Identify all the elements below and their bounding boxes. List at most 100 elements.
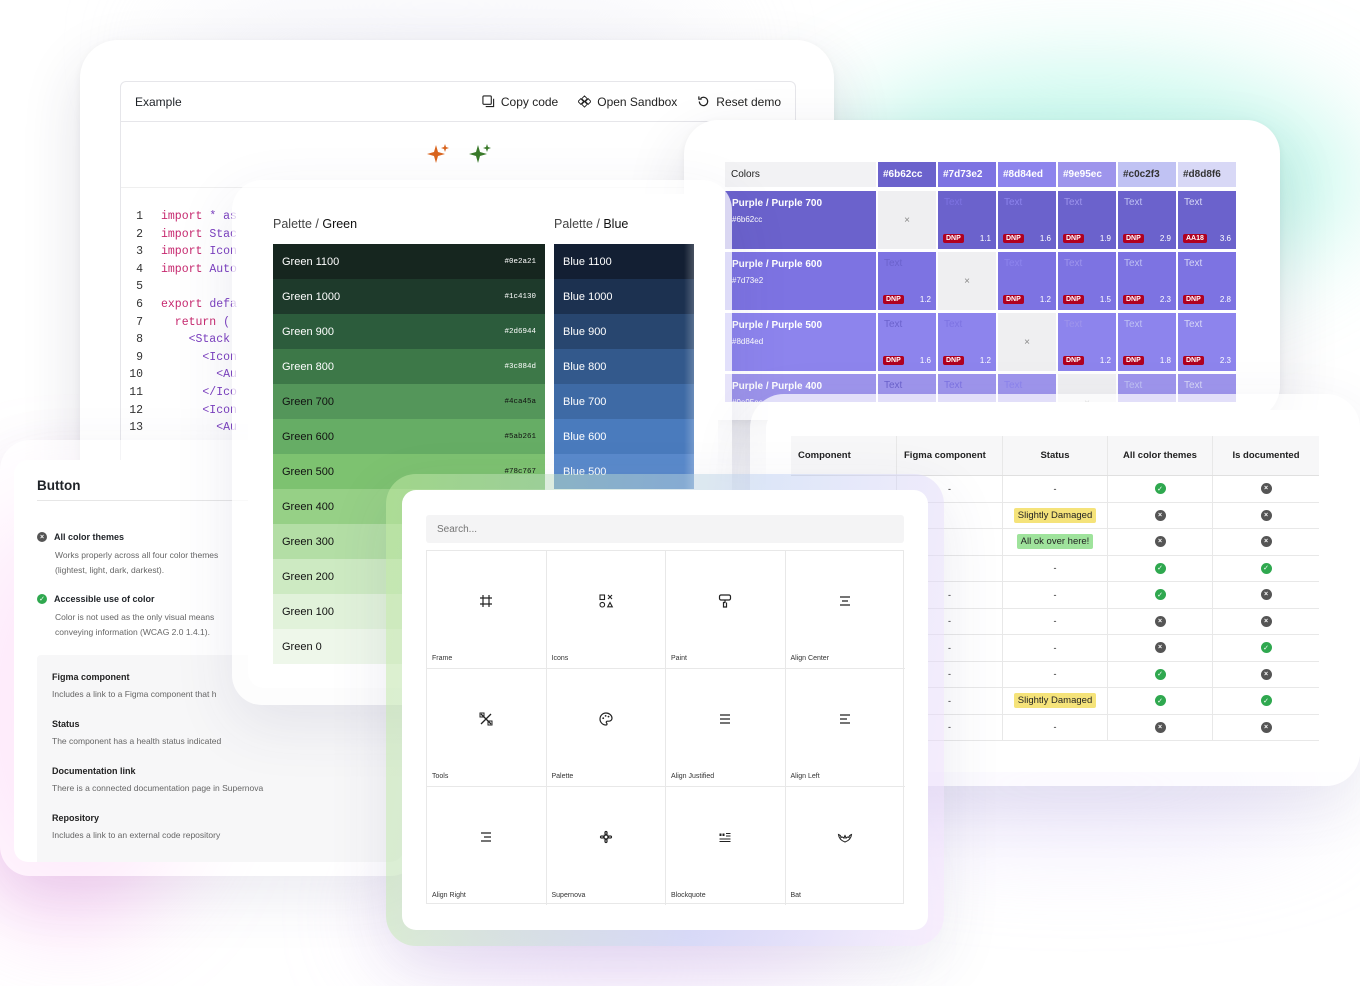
- color-swatch[interactable]: Green 700 #4ca45a: [273, 384, 545, 419]
- open-sandbox-button[interactable]: Open Sandbox: [578, 95, 677, 109]
- code-token: <Au: [161, 368, 237, 382]
- figma-value: -: [948, 483, 951, 494]
- icon-tile[interactable]: Paint: [666, 551, 786, 669]
- color-swatch[interactable]: Blue 600: [554, 419, 694, 454]
- color-column-header: #d8d8f6: [1178, 162, 1236, 187]
- color-swatch[interactable]: Blue 800: [554, 349, 694, 384]
- x-circle-icon: ×: [1154, 615, 1166, 627]
- documented-cell: ✓: [1212, 555, 1319, 581]
- color-swatch[interactable]: Blue 900: [554, 314, 694, 349]
- requirement-list-item[interactable]: Repository Includes a link to an external…: [52, 813, 220, 840]
- code-token: <Icon: [161, 350, 237, 364]
- contrast-sample-text: Text: [1184, 319, 1203, 330]
- line-text: import Stac: [161, 226, 237, 244]
- color-swatch[interactable]: Blue 1100: [554, 244, 694, 279]
- contrast-ratio: 1.2: [1039, 295, 1051, 304]
- swatch-hex: #1c4130: [504, 292, 536, 301]
- status-value: -: [1053, 589, 1057, 600]
- color-themes-cell: ✓: [1107, 582, 1212, 608]
- table-header-cell: All color themes: [1107, 436, 1212, 475]
- line-text: return (: [161, 314, 230, 332]
- status-cell: -: [1002, 608, 1107, 634]
- icon-label: Blockquote: [671, 892, 706, 899]
- icon-tile[interactable]: Tools: [427, 669, 547, 787]
- requirement-list-item[interactable]: Status The component has a health status …: [52, 719, 221, 746]
- contrast-sample-text: Text: [1124, 197, 1143, 208]
- icon-tile[interactable]: Align Left: [785, 669, 905, 787]
- color-row-header: Purple / Purple 600 #7d73e2: [725, 252, 876, 310]
- requirement-title: All color themes: [54, 532, 125, 542]
- align-center-icon: [837, 593, 853, 609]
- contrast-badge: DNP: [943, 234, 964, 243]
- contrast-sample-text: Text: [1064, 258, 1083, 269]
- sparkle-icon-orange: [427, 144, 449, 163]
- icon-tile[interactable]: Frame: [427, 551, 547, 669]
- palette-icon: [598, 711, 614, 727]
- icon-tile[interactable]: Blockquote: [666, 787, 786, 905]
- icon-tile[interactable]: Align Right: [427, 787, 547, 905]
- code-token: <Stack: [161, 333, 231, 347]
- figma-value: -: [948, 669, 951, 680]
- color-column-header: #9e95ec: [1058, 162, 1116, 187]
- line-text: <Icon: [161, 349, 237, 367]
- check-circle-icon: ✓: [1260, 695, 1272, 707]
- color-swatch[interactable]: Green 1000 #1c4130: [273, 279, 545, 314]
- icon-tile[interactable]: Align Center: [785, 551, 905, 669]
- line-number: 5: [136, 280, 143, 294]
- contrast-sample-text: Text: [1184, 197, 1203, 208]
- color-swatch[interactable]: Green 900 #2d6944: [273, 314, 545, 349]
- code-token: </Ico: [161, 385, 237, 399]
- icon-label: Align Left: [790, 773, 820, 780]
- documented-cell: ×: [1212, 661, 1319, 687]
- icon-tile[interactable]: Align Justified: [666, 669, 786, 787]
- code-keyword: import: [161, 227, 203, 241]
- check-circle-icon: ✓: [1154, 695, 1166, 707]
- contrast-sample-text: Text: [944, 197, 963, 208]
- icon-search-input[interactable]: [426, 515, 904, 543]
- icon-tile[interactable]: Icons: [546, 551, 666, 669]
- contrast-cell: ×: [998, 313, 1056, 371]
- contrast-sample-text: Text: [1124, 380, 1143, 391]
- close-icon: ×: [1024, 336, 1030, 348]
- contrast-sample-text: Text: [944, 380, 963, 391]
- contrast-badge: DNP: [883, 356, 904, 365]
- close-icon: ×: [904, 214, 910, 226]
- icon-tile[interactable]: Bat: [786, 787, 906, 905]
- status-cell: -: [1002, 714, 1107, 740]
- check-circle-icon: ✓: [1154, 589, 1166, 601]
- icon-tile[interactable]: Palette: [546, 669, 666, 787]
- contrast-cell: Text AA18 3.6: [1178, 191, 1236, 249]
- blockquote-icon: [717, 829, 733, 845]
- color-contrast-card: Colors #6b62cc #7d73e2 #8d84ed #9e95ec #c0c2f…: [684, 120, 1280, 420]
- requirement-list-title: Documentation link: [52, 766, 136, 776]
- color-swatch[interactable]: Green 800 #3c884d: [273, 349, 545, 384]
- requirement-list-title: Status: [52, 719, 80, 729]
- swatch-name: Blue 600: [563, 430, 607, 443]
- line-number: 2: [136, 227, 143, 241]
- icon-tile[interactable]: Supernova: [547, 787, 666, 905]
- swatch-name: Blue 900: [563, 325, 607, 338]
- color-themes-cell: ×: [1107, 529, 1212, 555]
- table-header-cell: Status: [1002, 436, 1107, 475]
- contrast-sample-text: Text: [884, 258, 903, 269]
- icons-icon: [598, 593, 614, 609]
- color-swatch[interactable]: Blue 1000: [554, 279, 694, 314]
- copy-code-label: Copy code: [500, 94, 559, 109]
- copy-code-button[interactable]: Copy code: [482, 95, 558, 109]
- requirement-list-item[interactable]: Figma component Includes a link to a Figm…: [52, 672, 216, 699]
- requirement-list-item[interactable]: Documentation link There is a connected d…: [52, 766, 263, 793]
- sparkle-icon-green: [469, 144, 491, 163]
- documented-cell: ×: [1212, 476, 1319, 502]
- figma-value: -: [948, 722, 951, 733]
- contrast-ratio: 2.3: [1159, 295, 1171, 304]
- color-swatch[interactable]: Green 1100 #0e2a21: [273, 244, 545, 279]
- reset-demo-label: Reset demo: [716, 94, 781, 109]
- line-text: </Ico: [161, 384, 237, 402]
- reset-demo-button[interactable]: Reset demo: [697, 95, 781, 109]
- table-header-cell: Component: [798, 450, 851, 461]
- color-swatch[interactable]: Blue 700: [554, 384, 694, 419]
- status-cell: -: [1002, 661, 1107, 687]
- contrast-badge: DNP: [1183, 356, 1204, 365]
- contrast-cell: Text DNP 2.3: [1118, 252, 1176, 310]
- color-swatch[interactable]: Green 600 #5ab261: [273, 419, 545, 454]
